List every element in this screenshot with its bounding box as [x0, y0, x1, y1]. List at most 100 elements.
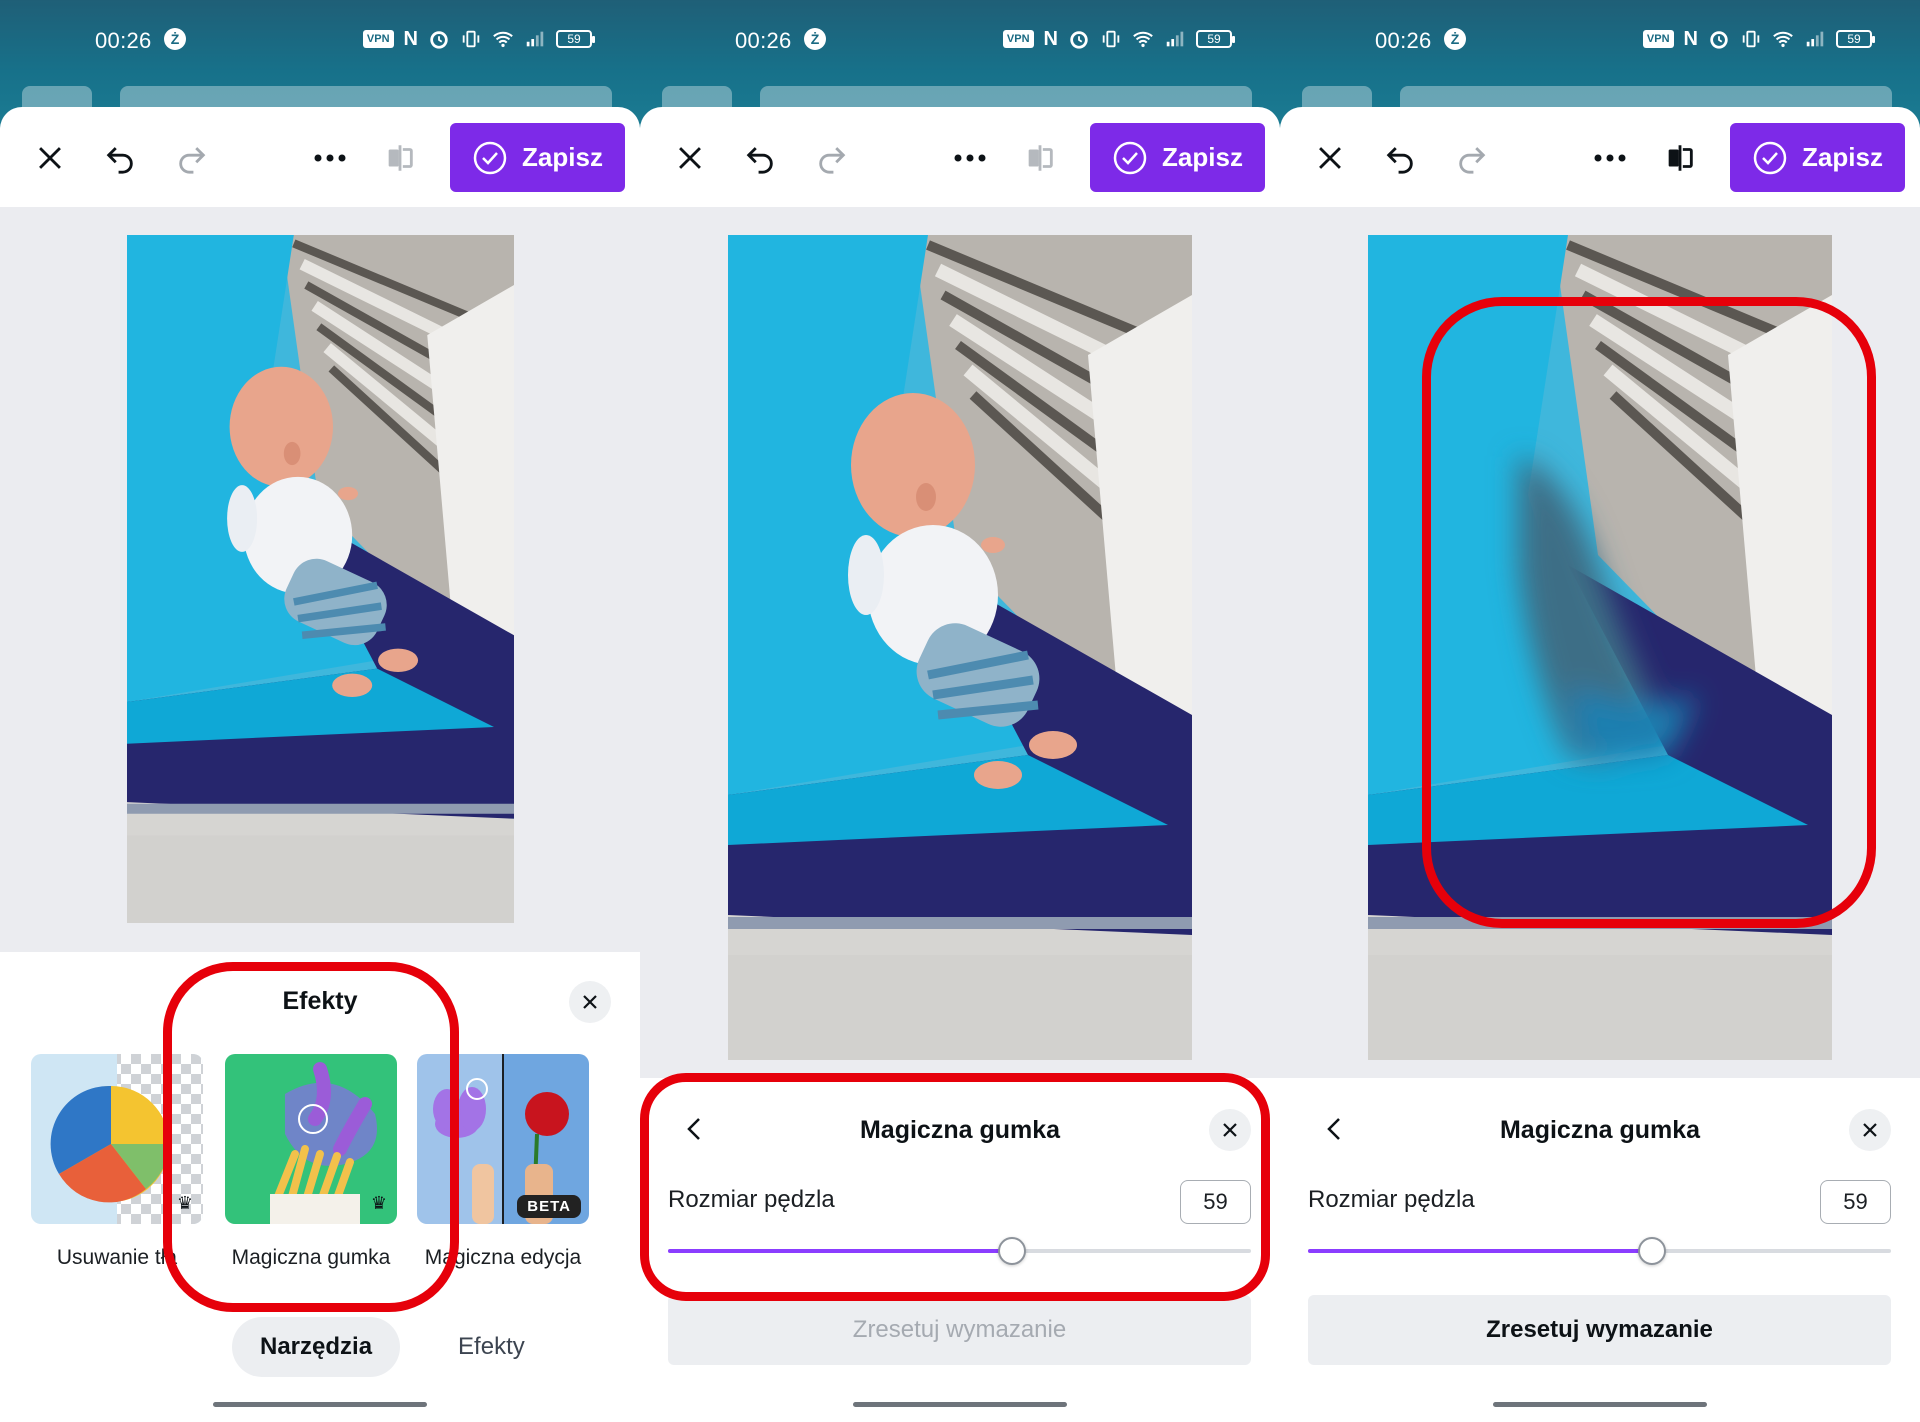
z-app-icon: Ż: [164, 28, 186, 50]
close-icon: [1863, 1123, 1877, 1137]
magic-eraser-thumbnail: ♛: [225, 1054, 397, 1224]
more-options-icon[interactable]: [1592, 144, 1628, 172]
slider-thumb[interactable]: [998, 1237, 1026, 1265]
edited-photo: [127, 235, 514, 923]
editor-toolbar: Zapisz: [640, 107, 1280, 207]
edited-photo[interactable]: [728, 235, 1192, 1060]
save-label: Zapisz: [1802, 142, 1883, 172]
sheet-tabs: Narzędzia Efekty: [232, 1317, 553, 1377]
close-icon[interactable]: [1313, 141, 1347, 175]
tool-magic-eraser[interactable]: ♛ Magiczna gumka: [225, 1054, 397, 1270]
save-button[interactable]: Zapisz: [450, 123, 625, 192]
tool-label: Magiczna edycja: [424, 1246, 582, 1269]
photo-with-doll: [127, 235, 514, 923]
undo-icon[interactable]: [743, 141, 777, 175]
editor-toolbar: Zapisz: [1280, 107, 1920, 207]
wifi-icon: [1133, 31, 1153, 48]
tool-magic-edit[interactable]: BETA Magiczna edycja: [417, 1054, 589, 1270]
tab-effects[interactable]: Efekty: [430, 1317, 553, 1377]
alarm-icon: [1710, 31, 1728, 49]
status-icons: VPN N 59: [1002, 28, 1235, 50]
save-button[interactable]: Zapisz: [1730, 123, 1905, 192]
battery-icon: 59: [1196, 30, 1235, 48]
signal-icon: [526, 31, 544, 47]
battery-icon: 59: [556, 30, 595, 48]
sheet-title: Magiczna gumka: [859, 1116, 1061, 1144]
compare-icon[interactable]: [383, 141, 417, 175]
reset-erase-button[interactable]: Zresetuj wymazanie: [668, 1295, 1251, 1365]
edited-photo[interactable]: [1368, 235, 1832, 1060]
premium-crown-icon: ♛: [176, 1193, 193, 1213]
magic-eraser-sheet: Magiczna gumka Rozmiar pędzla 59 Zresetu…: [1280, 1078, 1920, 1422]
signal-icon: [1166, 31, 1184, 47]
status-time: 00:26: [95, 28, 152, 53]
brush-size-input[interactable]: 59: [1180, 1180, 1251, 1224]
tool-label: Magiczna gumka: [231, 1246, 391, 1269]
save-label: Zapisz: [1162, 142, 1243, 172]
status-icons: VPN N 59: [362, 28, 595, 50]
close-icon[interactable]: [33, 141, 67, 175]
compare-icon[interactable]: [1663, 141, 1697, 175]
status-time: 00:26: [735, 28, 792, 53]
vibrate-icon: [1102, 30, 1120, 48]
sheet-title: Magiczna gumka: [1499, 1116, 1701, 1144]
home-indicator[interactable]: [853, 1402, 1067, 1407]
z-app-icon: Ż: [1444, 28, 1466, 50]
home-indicator[interactable]: [213, 1402, 427, 1407]
tab-tools[interactable]: Narzędzia: [232, 1317, 401, 1377]
wifi-icon: [1773, 31, 1793, 48]
editor-toolbar: Zapisz: [0, 107, 640, 207]
brush-size-label: Rozmiar pędzla: [1308, 1186, 1475, 1213]
slider-fill: [1308, 1249, 1652, 1253]
close-icon: [583, 995, 597, 1009]
undo-icon[interactable]: [103, 141, 137, 175]
save-label: Zapisz: [522, 142, 603, 172]
redo-icon[interactable]: [1455, 141, 1489, 175]
redo-icon[interactable]: [175, 141, 209, 175]
sheet-title: Efekty: [282, 987, 358, 1015]
status-icons: VPN N 59: [1642, 28, 1875, 50]
nfc-icon: N: [1683, 28, 1698, 50]
compare-icon[interactable]: [1023, 141, 1057, 175]
screen-after-erase: 00:26 Ż VPN N 59 Zapisz Magiczna gumka R…: [1280, 0, 1920, 1422]
alarm-icon: [430, 31, 448, 49]
more-options-icon[interactable]: [952, 144, 988, 172]
brush-size-slider[interactable]: [668, 1236, 1251, 1266]
reset-erase-button[interactable]: Zresetuj wymazanie: [1308, 1295, 1891, 1365]
check-circle-icon: [1113, 141, 1147, 174]
save-button[interactable]: Zapisz: [1090, 123, 1265, 192]
beta-badge: BETA: [517, 1195, 581, 1218]
nfc-icon: N: [403, 28, 418, 50]
photo-doll-erased: [1368, 235, 1832, 1060]
brush-size-slider[interactable]: [1308, 1236, 1891, 1266]
sheet-close-button[interactable]: [1209, 1109, 1251, 1151]
vibrate-icon: [1742, 30, 1760, 48]
background-remover-thumbnail: ♛: [31, 1054, 203, 1224]
more-options-icon[interactable]: [312, 144, 348, 172]
wifi-icon: [493, 31, 513, 48]
sheet-close-button[interactable]: [569, 981, 611, 1023]
slider-thumb[interactable]: [1638, 1237, 1666, 1265]
vpn-icon: VPN: [1642, 30, 1674, 48]
screen-effects: 00:26 Ż VPN N 59 Zapisz Efekty ♛ Usuwani…: [0, 0, 640, 1422]
check-circle-icon: [1753, 141, 1787, 174]
home-indicator[interactable]: [1493, 1402, 1707, 1407]
undo-icon[interactable]: [1383, 141, 1417, 175]
close-icon[interactable]: [673, 141, 707, 175]
brush-size-input[interactable]: 59: [1820, 1180, 1891, 1224]
tool-background-remover[interactable]: ♛ Usuwanie tła: [31, 1054, 203, 1270]
redo-icon[interactable]: [815, 141, 849, 175]
z-app-icon: Ż: [804, 28, 826, 50]
alarm-icon: [1070, 31, 1088, 49]
status-time: 00:26: [1375, 28, 1432, 53]
close-icon: [1223, 1123, 1237, 1137]
premium-crown-icon: ♛: [370, 1193, 387, 1213]
vpn-icon: VPN: [1002, 30, 1034, 48]
effects-sheet: Efekty ♛ Usuwanie tła ♛ Magiczna gumka B…: [0, 952, 640, 1422]
photo-with-doll: [728, 235, 1192, 1060]
sheet-close-button[interactable]: [1849, 1109, 1891, 1151]
magic-eraser-sheet: Magiczna gumka Rozmiar pędzla 59 Zresetu…: [640, 1078, 1280, 1422]
nfc-icon: N: [1043, 28, 1058, 50]
screen-magic-eraser: 00:26 Ż VPN N 59 Zapisz Magiczna gumka R…: [640, 0, 1280, 1422]
magic-edit-thumbnail: BETA: [417, 1054, 589, 1224]
